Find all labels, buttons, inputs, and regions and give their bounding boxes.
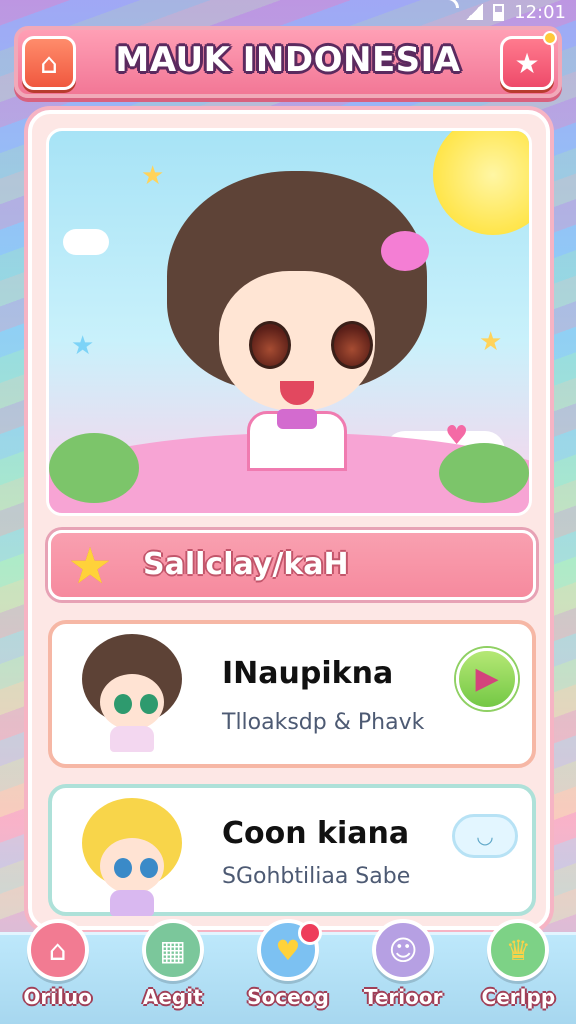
home-icon: ⌂ [26,919,89,981]
smile-icon: ☺ [372,919,435,981]
avatar [72,634,202,754]
avatar [72,798,202,918]
star-icon: ★ [67,537,113,595]
avatar-eye [140,858,158,878]
nav-item-home[interactable]: ⌂ Oriluo [8,919,108,1024]
notification-dot [543,31,557,45]
card-subtitle: Tlloaksdp & Phavk [222,710,425,735]
avatar-body [110,726,154,752]
trophy-icon: ♛ [487,919,550,981]
character-bow [277,409,317,429]
status-bar: 12:01 [0,0,576,24]
bottom-nav: ⌂ Oriluo ▦ Aegit ♥ Soceog ☺ Terioor ♛ Ce… [0,919,576,1024]
section-label: Sallclay/kaH [143,547,349,582]
sparkle-icon: ★ [479,327,503,357]
status-time: 12:01 [514,1,566,23]
cloud-icon[interactable]: ◡ [452,814,518,858]
sparkle-icon: ★ [141,161,165,191]
sparkle-icon: ★ [71,331,95,361]
nav-label: Cerlpp [481,985,556,1009]
wifi-icon [435,5,455,19]
nav-label: Aegit [142,985,203,1009]
play-button[interactable]: ▶ [456,648,518,710]
nav-item-social[interactable]: ♥ Soceog [238,919,338,1024]
signal-icon [465,4,484,20]
character-illustration [167,171,429,471]
character-eye [249,321,291,369]
gamepad-icon: ▦ [141,919,204,981]
section-header[interactable]: ★ Sallclay/kaH [48,530,536,600]
cloud-graphic [63,229,109,255]
avatar-eye [114,858,132,878]
card-subtitle: SGohbtiliaa Sabe [222,864,411,889]
card-name: INaupikna [222,656,394,691]
nav-label: Terioor [363,985,443,1009]
nav-label: Soceog [247,985,329,1009]
sun-graphic [433,131,529,235]
header-bar: ⌂ MAUK INDONESIA ★ [14,26,562,98]
nav-item-games[interactable]: ▦ Aegit [123,919,223,1024]
bush-graphic [49,433,139,503]
main-panel: ★ ★ ★ ♥ ★ Sallclay/kaH INaupikna Tlloaks… [28,110,550,930]
bush-graphic [439,443,529,503]
card-name: Coon kiana [222,816,410,851]
favorites-button[interactable]: ★ [500,31,557,90]
character-card[interactable]: Coon kiana SGohbtiliaa Sabe ◡ [48,784,536,916]
battery-icon [493,3,505,21]
avatar-eye [114,694,132,714]
heart-play-icon: ▶ [475,661,499,696]
nav-item-trophy[interactable]: ♛ Cerlpp [468,919,568,1024]
nav-item-profile[interactable]: ☺ Terioor [353,919,453,1024]
hero-illustration: ★ ★ ★ ♥ [46,128,532,516]
avatar-body [110,890,154,916]
page-title: MAUK INDONESIA [115,40,461,80]
star-icon: ★ [514,46,540,80]
character-eye [331,321,373,369]
avatar-eye [140,694,158,714]
character-card[interactable]: INaupikna Tlloaksdp & Phavk ▶ [48,620,536,768]
flower-icon [381,231,429,271]
notification-badge [297,921,322,945]
nav-label: Oriluo [23,985,92,1009]
